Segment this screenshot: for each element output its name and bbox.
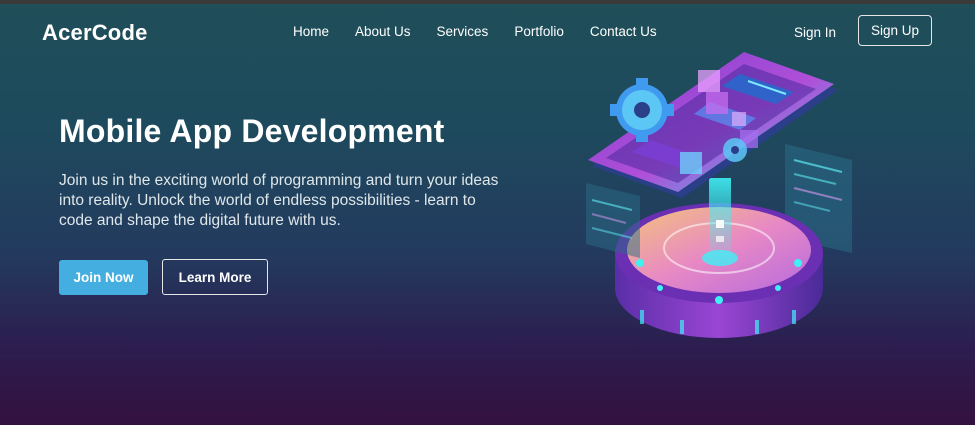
hero-title: Mobile App Development — [59, 113, 445, 149]
isometric-phone-illustration — [586, 52, 852, 338]
nav-link-about-us[interactable]: About Us — [355, 24, 411, 39]
main-nav: Home About Us Services Portfolio Contact… — [293, 24, 657, 39]
small-gear-icon — [723, 138, 747, 162]
hero-description: Join us in the exciting world of program… — [59, 172, 499, 229]
nav-link-services[interactable]: Services — [437, 24, 489, 39]
nav-link-portfolio[interactable]: Portfolio — [514, 24, 564, 39]
window-top-border — [0, 0, 975, 4]
sign-up-button[interactable]: Sign Up — [858, 15, 932, 46]
nav-link-home[interactable]: Home — [293, 24, 329, 39]
nav-link-contact-us[interactable]: Contact Us — [590, 24, 657, 39]
learn-more-button[interactable]: Learn More — [162, 259, 268, 295]
join-now-button[interactable]: Join Now — [59, 260, 148, 295]
brand-logo[interactable]: AcerCode — [42, 20, 148, 46]
sign-in-link[interactable]: Sign In — [794, 25, 836, 40]
side-panel-left — [586, 183, 640, 258]
